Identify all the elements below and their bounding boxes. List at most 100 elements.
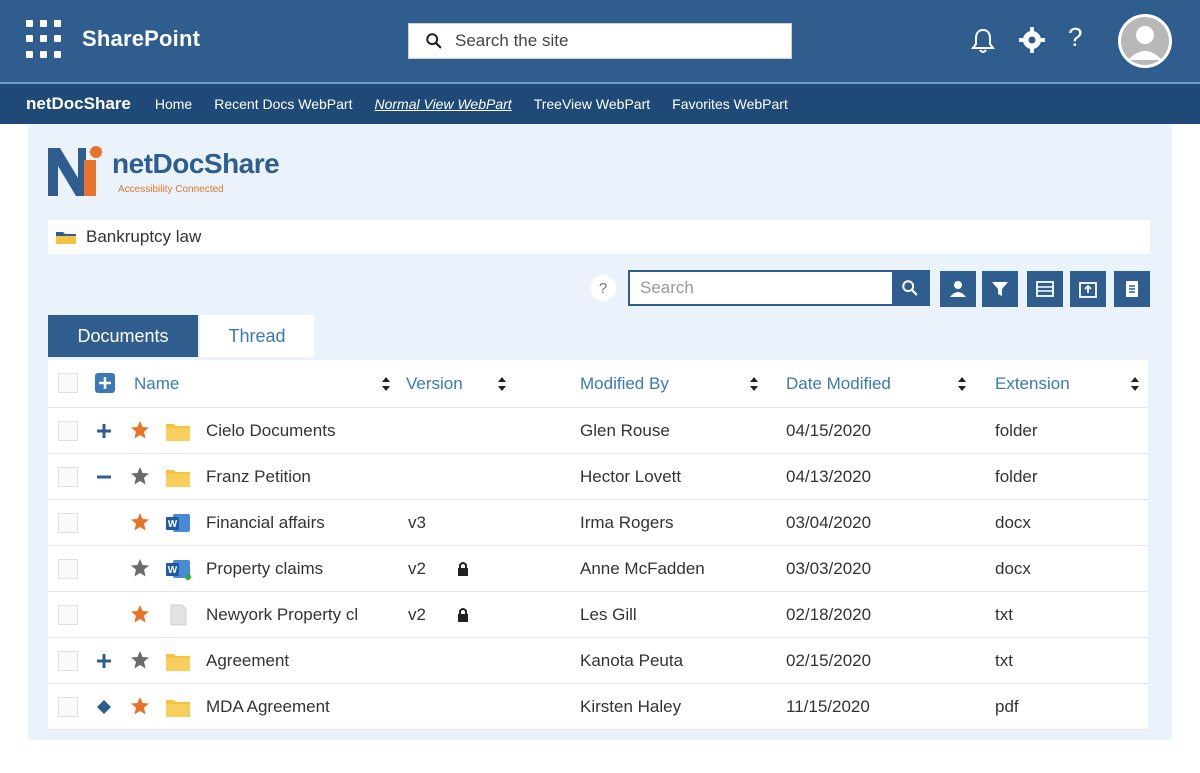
column-header-date-modified[interactable]: Date Modified: [786, 360, 891, 407]
date-modified: 02/18/2020: [786, 604, 872, 624]
file-name-link[interactable]: Cielo Documents: [206, 408, 335, 453]
nav-link-normal-view[interactable]: Normal View WebPart: [374, 96, 511, 112]
expand-icon[interactable]: [96, 423, 112, 439]
sort-icon[interactable]: [957, 376, 967, 392]
user-icon: [950, 281, 966, 297]
sort-icon[interactable]: [381, 376, 391, 392]
sort-icon[interactable]: [497, 376, 507, 392]
site-search-placeholder: Search the site: [455, 31, 569, 50]
version-label: v2: [408, 558, 426, 578]
modified-by: Kanota Peuta: [580, 650, 684, 670]
column-header-version[interactable]: Version: [406, 360, 463, 407]
sort-icon[interactable]: [1130, 376, 1140, 392]
breadcrumb-current[interactable]: Bankruptcy law: [86, 227, 201, 247]
search-button[interactable]: [892, 272, 928, 304]
favorite-star-icon[interactable]: [130, 512, 150, 532]
document-search-box: [628, 270, 930, 306]
file-name-link[interactable]: Financial affairs: [206, 500, 325, 545]
word-document-icon: W: [166, 560, 191, 580]
table-row[interactable]: MDA Agreement Kirsten Haley 11/15/2020 pdf: [48, 684, 1148, 730]
column-header-extension[interactable]: Extension: [995, 360, 1070, 407]
app-launcher-icon[interactable]: [26, 20, 66, 60]
column-header-name[interactable]: Name: [134, 360, 179, 407]
row-checkbox[interactable]: [58, 513, 78, 533]
favorite-star-icon[interactable]: [130, 466, 150, 486]
favorite-star-icon[interactable]: [130, 696, 150, 716]
favorite-star-icon[interactable]: [130, 650, 150, 670]
expand-all-icon[interactable]: [94, 372, 116, 394]
upload-button[interactable]: [1070, 271, 1106, 307]
row-checkbox[interactable]: [58, 697, 78, 717]
site-search-box[interactable]: Search the site: [408, 23, 792, 59]
table-row[interactable]: Cielo Documents Glen Rouse 04/15/2020 folde…: [48, 408, 1148, 454]
app-name[interactable]: SharePoint: [82, 26, 200, 52]
extension: folder: [995, 466, 1038, 486]
columns-button[interactable]: [1027, 271, 1063, 307]
file-name-link[interactable]: Franz Petition: [206, 454, 311, 499]
modified-by: Hector Lovett: [580, 466, 682, 486]
svg-text:W: W: [168, 519, 178, 530]
expand-icon[interactable]: [96, 699, 112, 715]
folder-icon: [166, 470, 190, 487]
columns-icon: [1036, 281, 1054, 297]
svg-text:W: W: [168, 565, 178, 576]
notification-bell-icon[interactable]: [968, 26, 998, 56]
site-navigation: netDocShare Home Recent Docs WebPart Nor…: [0, 82, 1200, 124]
extension: txt: [995, 650, 1013, 670]
favorite-star-icon[interactable]: [130, 420, 150, 440]
file-name-link[interactable]: MDA Agreement: [206, 684, 330, 729]
nav-link-recent-docs[interactable]: Recent Docs WebPart: [214, 96, 352, 112]
table-row[interactable]: Agreement Kanota Peuta 02/15/2020 txt: [48, 638, 1148, 684]
row-checkbox[interactable]: [58, 559, 78, 579]
row-checkbox[interactable]: [58, 605, 78, 625]
user-filter-button[interactable]: [940, 271, 976, 307]
user-avatar[interactable]: [1118, 14, 1172, 68]
version-label: v3: [408, 512, 426, 532]
user-silhouette-icon: [1121, 17, 1169, 65]
tab-thread[interactable]: Thread: [200, 315, 314, 357]
nav-link-favorites[interactable]: Favorites WebPart: [672, 96, 788, 112]
folder-icon: [166, 424, 190, 441]
row-checkbox[interactable]: [58, 651, 78, 671]
modified-by: Glen Rouse: [580, 420, 670, 440]
new-document-button[interactable]: [1114, 271, 1150, 307]
filter-icon: [992, 282, 1008, 296]
document-search-input[interactable]: [630, 272, 892, 304]
site-title[interactable]: netDocShare: [26, 94, 131, 114]
favorite-star-icon[interactable]: [130, 604, 150, 624]
expand-icon[interactable]: [96, 653, 112, 669]
date-modified: 03/03/2020: [786, 558, 872, 578]
row-checkbox[interactable]: [58, 421, 78, 441]
collapse-icon[interactable]: [96, 469, 112, 485]
date-modified: 04/15/2020: [786, 420, 872, 440]
text-file-icon: [170, 604, 187, 626]
column-header-modified-by[interactable]: Modified By: [580, 360, 669, 407]
file-name-link[interactable]: Agreement: [206, 638, 289, 683]
favorite-star-icon[interactable]: [130, 558, 150, 578]
select-all-checkbox[interactable]: [58, 373, 78, 393]
tab-documents[interactable]: Documents: [48, 315, 198, 357]
filter-button[interactable]: [982, 271, 1018, 307]
date-modified: 04/13/2020: [786, 466, 872, 486]
table-row[interactable]: Newyork Property cl v2 Les Gill 02/18/2020 t…: [48, 592, 1148, 638]
breadcrumb: Bankruptcy law: [48, 220, 1150, 254]
nav-link-home[interactable]: Home: [155, 96, 192, 112]
settings-gear-icon[interactable]: [1018, 26, 1046, 54]
row-checkbox[interactable]: [58, 467, 78, 487]
file-name-link[interactable]: Newyork Property cl: [206, 592, 358, 637]
word-document-icon: W: [166, 514, 190, 532]
help-icon[interactable]: ?: [1068, 22, 1082, 53]
extension: docx: [995, 558, 1031, 578]
nav-link-treeview[interactable]: TreeView WebPart: [534, 96, 650, 112]
extension: txt: [995, 604, 1013, 624]
table-row[interactable]: Franz Petition Hector Lovett 04/13/2020 fol…: [48, 454, 1148, 500]
extension: folder: [995, 420, 1038, 440]
table-row[interactable]: W Property claims v2 Anne McFadden 03/03/202…: [48, 546, 1148, 592]
file-name-link[interactable]: Property claims: [206, 546, 323, 591]
lock-icon: [458, 608, 468, 622]
sort-icon[interactable]: [749, 376, 759, 392]
help-button[interactable]: ?: [590, 275, 616, 301]
table-row[interactable]: W Financial affairs v3 Irma Rogers 03/04/202…: [48, 500, 1148, 546]
modified-by: Anne McFadden: [580, 558, 705, 578]
folder-icon: [56, 232, 76, 244]
